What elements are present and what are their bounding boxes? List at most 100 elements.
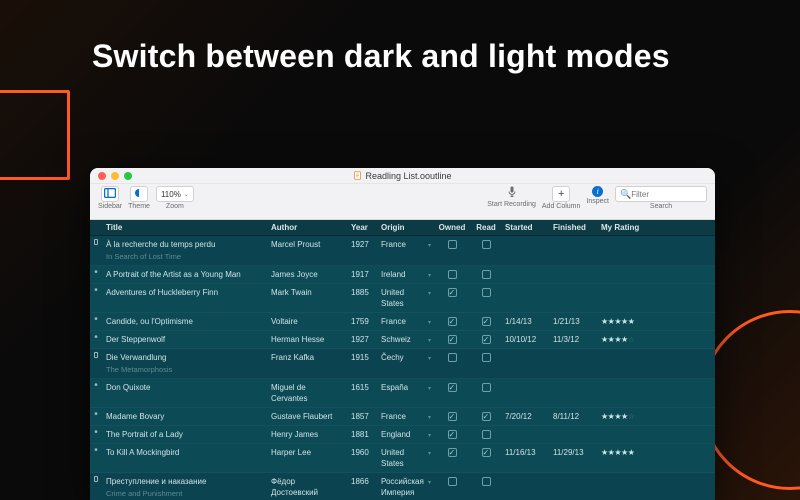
cell-origin[interactable]: United States▾: [377, 287, 433, 309]
cell-owned[interactable]: [433, 334, 471, 345]
table-row[interactable]: •Madame BovaryGustave Flaubert1857France…: [90, 408, 715, 426]
table-row[interactable]: Преступление и наказаниеCrime and Punish…: [90, 473, 715, 500]
table-row[interactable]: •Candide, ou l'OptimismeVoltaire1759Fran…: [90, 313, 715, 331]
cell-author: Voltaire: [267, 316, 347, 327]
cell-rating[interactable]: ★★★★☆: [597, 411, 653, 422]
bullet-icon: •: [90, 316, 102, 324]
cell-origin[interactable]: Čechy▾: [377, 352, 433, 363]
checkbox[interactable]: [448, 353, 457, 362]
checkbox[interactable]: [482, 288, 491, 297]
cell-owned[interactable]: [433, 476, 471, 487]
bullet-icon: •: [90, 411, 102, 419]
col-title[interactable]: Title: [102, 223, 267, 232]
inspect-button[interactable]: i Inspect: [586, 186, 609, 205]
checkbox[interactable]: [482, 240, 491, 249]
search-field[interactable]: 🔍: [615, 186, 707, 202]
cell-origin[interactable]: France▾: [377, 239, 433, 250]
search-input[interactable]: [631, 190, 701, 199]
checkbox[interactable]: [482, 317, 491, 326]
cell-read[interactable]: [471, 429, 501, 440]
cell-read[interactable]: [471, 476, 501, 487]
cell-read[interactable]: [471, 269, 501, 280]
checkbox[interactable]: [448, 477, 457, 486]
cell-read[interactable]: [471, 447, 501, 458]
cell-owned[interactable]: [433, 411, 471, 422]
zoom-control[interactable]: 110%⌄ Zoom: [156, 186, 194, 210]
disclosure-icon[interactable]: [90, 476, 102, 482]
cell-read[interactable]: [471, 316, 501, 327]
cell-read[interactable]: [471, 352, 501, 363]
checkbox[interactable]: [448, 335, 457, 344]
col-rating[interactable]: My Rating: [597, 223, 653, 232]
cell-read[interactable]: [471, 239, 501, 250]
cell-origin[interactable]: Российская Империя▾: [377, 476, 433, 498]
cell-owned[interactable]: [433, 429, 471, 440]
theme-icon: [134, 188, 144, 200]
cell-read[interactable]: [471, 382, 501, 393]
checkbox[interactable]: [448, 383, 457, 392]
col-finished[interactable]: Finished: [549, 223, 597, 232]
cell-subtitle: The Metamorphosis: [106, 364, 263, 375]
checkbox[interactable]: [482, 335, 491, 344]
cell-owned[interactable]: [433, 269, 471, 280]
cell-rating[interactable]: ★★★★★: [597, 447, 653, 458]
disclosure-icon[interactable]: [90, 239, 102, 245]
disclosure-icon[interactable]: [90, 352, 102, 358]
checkbox[interactable]: [448, 288, 457, 297]
col-origin[interactable]: Origin: [377, 223, 433, 232]
checkbox[interactable]: [448, 240, 457, 249]
checkbox[interactable]: [448, 430, 457, 439]
cell-owned[interactable]: [433, 382, 471, 393]
cell-origin[interactable]: France▾: [377, 316, 433, 327]
cell-title: Candide, ou l'Optimisme: [102, 316, 267, 327]
star-icon: ★: [614, 448, 621, 457]
col-read[interactable]: Read: [471, 223, 501, 232]
col-started[interactable]: Started: [501, 223, 549, 232]
checkbox[interactable]: [448, 448, 457, 457]
cell-title: A Portrait of the Artist as a Young Man: [102, 269, 267, 280]
sidebar-toggle[interactable]: Sidebar: [98, 186, 122, 210]
cell-read[interactable]: [471, 411, 501, 422]
checkbox[interactable]: [482, 430, 491, 439]
cell-year: 1759: [347, 316, 377, 327]
cell-owned[interactable]: [433, 352, 471, 363]
table-row[interactable]: •The Portrait of a LadyHenry James1881En…: [90, 426, 715, 444]
table-row[interactable]: •Don QuixoteMiguel de Cervantes1615Españ…: [90, 379, 715, 408]
checkbox[interactable]: [482, 448, 491, 457]
checkbox[interactable]: [482, 477, 491, 486]
checkbox[interactable]: [482, 270, 491, 279]
cell-owned[interactable]: [433, 239, 471, 250]
cell-author: Фёдор Достоевский: [267, 476, 347, 498]
cell-origin[interactable]: United States▾: [377, 447, 433, 469]
table-row[interactable]: •A Portrait of the Artist as a Young Man…: [90, 266, 715, 284]
table-row[interactable]: Die VerwandlungThe MetamorphosisFranz Ka…: [90, 349, 715, 379]
checkbox[interactable]: [482, 353, 491, 362]
table-row[interactable]: •To Kill A MockingbirdHarper Lee1960Unit…: [90, 444, 715, 473]
cell-rating[interactable]: ★★★★★: [597, 316, 653, 327]
checkbox[interactable]: [482, 412, 491, 421]
cell-read[interactable]: [471, 287, 501, 298]
start-recording-button[interactable]: Start Recording: [487, 186, 536, 208]
col-owned[interactable]: Owned: [433, 223, 471, 232]
checkbox[interactable]: [482, 383, 491, 392]
checkbox[interactable]: [448, 270, 457, 279]
add-column-button[interactable]: + Add Column: [542, 186, 581, 210]
cell-origin[interactable]: Ireland▾: [377, 269, 433, 280]
cell-origin[interactable]: Schweiz▾: [377, 334, 433, 345]
cell-origin[interactable]: España▾: [377, 382, 433, 393]
table-row[interactable]: À la recherche du temps perduIn Search o…: [90, 236, 715, 266]
table-row[interactable]: •Der SteppenwolfHerman Hesse1927Schweiz▾…: [90, 331, 715, 349]
cell-owned[interactable]: [433, 287, 471, 298]
col-year[interactable]: Year: [347, 223, 377, 232]
cell-owned[interactable]: [433, 316, 471, 327]
table-row[interactable]: •Adventures of Huckleberry FinnMark Twai…: [90, 284, 715, 313]
cell-origin[interactable]: France▾: [377, 411, 433, 422]
cell-origin[interactable]: England▾: [377, 429, 433, 440]
cell-owned[interactable]: [433, 447, 471, 458]
col-author[interactable]: Author: [267, 223, 347, 232]
theme-toggle[interactable]: Theme: [128, 186, 150, 210]
checkbox[interactable]: [448, 317, 457, 326]
cell-read[interactable]: [471, 334, 501, 345]
checkbox[interactable]: [448, 412, 457, 421]
cell-rating[interactable]: ★★★★☆: [597, 334, 653, 345]
